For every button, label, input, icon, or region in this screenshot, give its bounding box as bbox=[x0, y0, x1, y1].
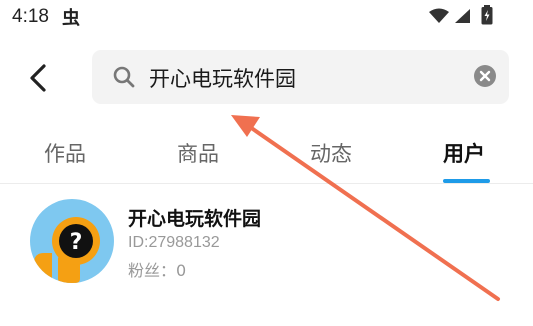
clear-icon[interactable] bbox=[473, 64, 497, 88]
notification-app-icon: 虫 bbox=[62, 8, 80, 29]
user-name: 开心电玩软件园 bbox=[128, 208, 262, 230]
user-id: ID:27988132 bbox=[128, 234, 220, 251]
question-avatar-icon: ? bbox=[30, 199, 114, 283]
search-header: 开心电玩软件园 bbox=[0, 50, 533, 104]
tab-products[interactable]: 商品 bbox=[177, 138, 219, 168]
wifi-icon bbox=[429, 8, 449, 23]
avatar[interactable]: ? bbox=[30, 199, 114, 283]
tab-users[interactable]: 用户 bbox=[443, 138, 485, 168]
signal-icon bbox=[455, 9, 470, 23]
back-arrow-icon bbox=[30, 64, 46, 92]
tab-moments[interactable]: 动态 bbox=[310, 138, 352, 168]
divider bbox=[0, 183, 533, 184]
status-bar: 4:18 虫 bbox=[0, 0, 533, 36]
search-query-text[interactable]: 开心电玩软件园 bbox=[149, 63, 296, 93]
back-button[interactable] bbox=[22, 60, 58, 96]
status-time: 4:18 bbox=[12, 6, 49, 27]
user-fans-count: 粉丝：0 bbox=[128, 261, 187, 280]
search-icon bbox=[113, 66, 135, 88]
battery-icon bbox=[481, 5, 493, 25]
result-tabs: 作品 商品 动态 用户 bbox=[0, 130, 533, 186]
svg-text:?: ? bbox=[70, 230, 83, 255]
tab-works[interactable]: 作品 bbox=[44, 138, 86, 168]
search-input[interactable]: 开心电玩软件园 bbox=[92, 50, 509, 104]
user-result-item[interactable]: ? 开心电玩软件园 ID:27988132 粉丝：0 bbox=[0, 195, 533, 285]
